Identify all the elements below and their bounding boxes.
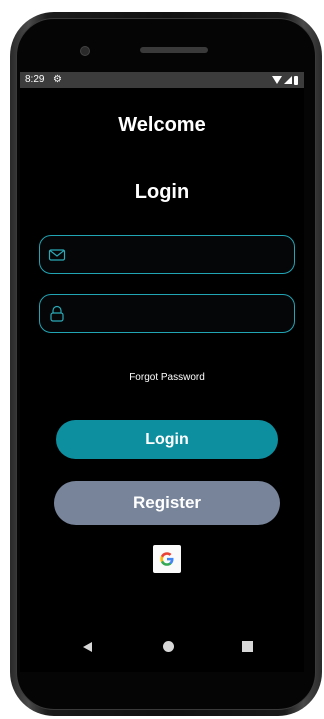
password-input[interactable] <box>74 295 284 334</box>
status-time: 8:29 <box>25 74 45 85</box>
home-circle-icon[interactable] <box>163 641 174 652</box>
front-camera <box>80 46 90 56</box>
app-screen: 8:29 ⚙ Welcome Login Forgot Password Log… <box>20 72 304 672</box>
register-button[interactable]: Register <box>54 481 280 525</box>
gear-icon: ⚙ <box>53 74 62 85</box>
battery-icon <box>294 75 298 85</box>
login-title: Login <box>134 181 190 203</box>
password-field[interactable] <box>39 294 295 334</box>
login-button[interactable]: Login <box>56 420 278 459</box>
google-icon <box>160 552 174 566</box>
status-bar: 8:29 ⚙ <box>20 72 304 88</box>
lock-icon <box>50 305 64 322</box>
email-input[interactable] <box>74 236 284 275</box>
envelope-icon <box>48 249 66 261</box>
welcome-heading: Welcome <box>118 114 206 136</box>
status-icons <box>272 75 298 85</box>
wifi-icon <box>272 76 282 84</box>
recents-square-icon[interactable] <box>242 641 253 652</box>
earpiece-speaker <box>140 47 208 53</box>
email-field[interactable] <box>39 235 295 275</box>
signal-icon <box>284 76 292 84</box>
back-triangle-icon[interactable] <box>83 642 92 652</box>
forgot-password-link[interactable]: Forgot Password <box>20 372 304 383</box>
google-sign-in-button[interactable] <box>153 545 181 573</box>
